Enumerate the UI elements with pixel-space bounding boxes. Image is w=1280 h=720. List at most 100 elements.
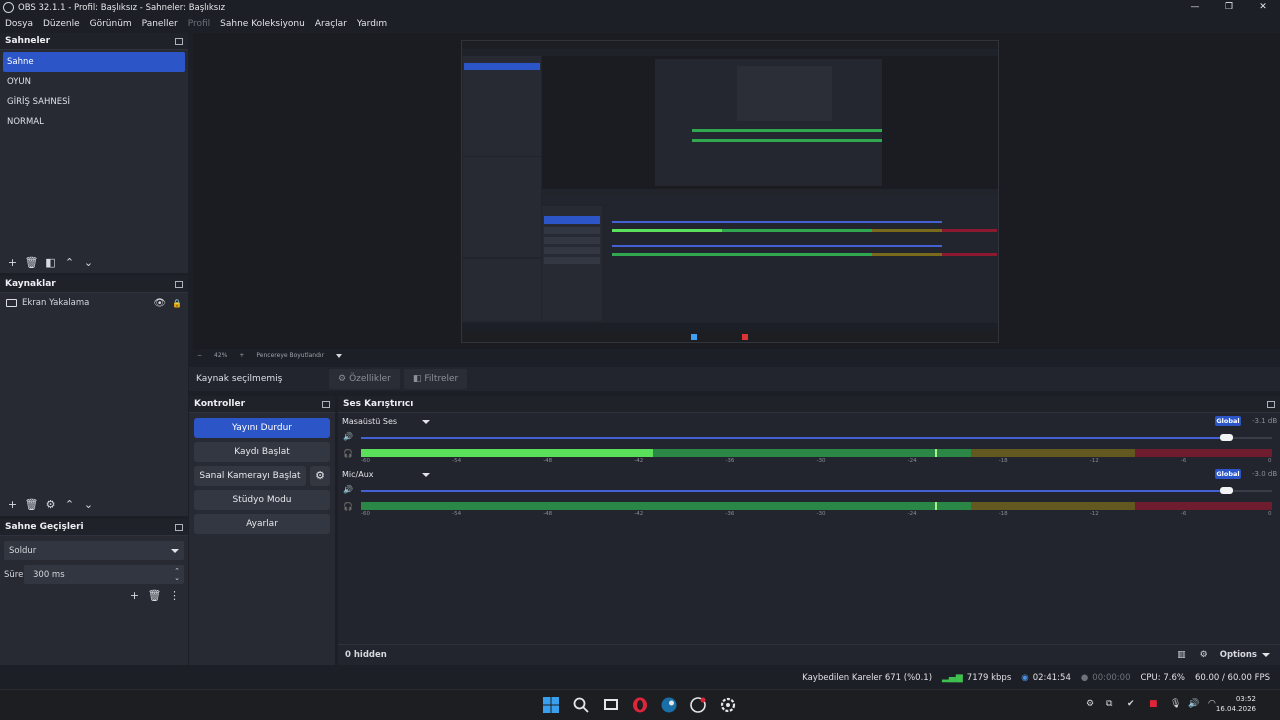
menu-scene-collection[interactable]: Sahne Koleksiyonu xyxy=(220,19,305,29)
chevron-down-icon xyxy=(171,548,179,553)
chevron-down-icon[interactable] xyxy=(422,473,430,477)
studio-mode-button[interactable]: Stüdyo Modu xyxy=(194,490,330,510)
bitrate-indicator: ▂▄▆ 7179 kbps xyxy=(942,673,1011,683)
menu-tools[interactable]: Araçlar xyxy=(315,19,347,29)
window-title: OBS 32.1.1 - Profil: Başlıksız - Sahnele… xyxy=(18,2,226,13)
db-value: -3.0 dB xyxy=(1252,470,1278,478)
menu-view[interactable]: Görünüm xyxy=(90,19,132,29)
meter-tick-label: -42 xyxy=(634,511,644,517)
menu-edit[interactable]: Düzenle xyxy=(43,19,80,29)
source-item[interactable]: Ekran Yakalama 👁 🔒 xyxy=(0,293,188,313)
speaker-mute-icon[interactable]: 🔊 xyxy=(343,485,353,494)
more-options-icon[interactable]: ⋮ xyxy=(167,589,182,603)
advanced-audio-icon[interactable]: ⚙ xyxy=(1200,650,1208,660)
meter-tick-label: 0 xyxy=(1268,511,1272,517)
undock-icon[interactable] xyxy=(175,280,183,288)
windows-start-icon[interactable] xyxy=(543,697,559,713)
undock-icon[interactable] xyxy=(175,523,183,531)
opera-icon[interactable] xyxy=(632,697,648,713)
remove-scene-icon[interactable]: 🗑 xyxy=(24,256,39,270)
settings-button[interactable]: Ayarlar xyxy=(194,514,330,534)
obs-icon[interactable] xyxy=(690,697,706,713)
minimize-button[interactable]: — xyxy=(1178,0,1212,15)
volume-slider-track[interactable] xyxy=(361,437,1227,439)
system-clock[interactable]: 03:52 16.04.2026 xyxy=(1216,694,1256,714)
tray-steam-icon[interactable]: ✔ xyxy=(1127,699,1135,709)
tray-app-icon[interactable]: ⧉ xyxy=(1106,699,1112,709)
chevron-down-icon[interactable] xyxy=(336,353,343,358)
meter-tick-label: -18 xyxy=(998,511,1008,517)
source-properties-icon[interactable]: ⚙ xyxy=(43,498,58,512)
add-transition-icon[interactable]: + xyxy=(127,589,142,603)
speaker-icon[interactable]: 🔊 xyxy=(1188,699,1199,709)
microphone-icon[interactable]: 🎙 xyxy=(1170,699,1181,709)
meter-segment xyxy=(971,502,1136,510)
move-up-icon[interactable]: ⌃ xyxy=(62,498,77,512)
fit-to-window-button[interactable]: Pencereye Boyutlandır xyxy=(256,352,324,359)
duration-spinbox[interactable]: 300 ms ⌃ ⌄ xyxy=(24,565,184,584)
search-icon[interactable] xyxy=(573,697,589,713)
wifi-icon[interactable]: ◠ xyxy=(1208,699,1216,709)
properties-button[interactable]: ⚙ Özellikler xyxy=(329,369,400,389)
zoom-out-button[interactable]: − xyxy=(197,352,202,359)
filters-button[interactable]: ◧ Filtreler xyxy=(403,369,468,389)
add-scene-icon[interactable]: + xyxy=(5,256,20,270)
start-virtual-camera-button[interactable]: Sanal Kamerayı Başlat xyxy=(194,466,306,486)
close-button[interactable]: ✕ xyxy=(1246,0,1280,15)
scene-item[interactable]: NORMAL xyxy=(0,112,188,132)
meter-tick-label: -54 xyxy=(452,458,462,464)
scene-item[interactable]: GİRİŞ SAHNESİ xyxy=(0,92,188,112)
move-down-icon[interactable]: ⌄ xyxy=(81,498,96,512)
chevron-down-icon xyxy=(1262,653,1270,657)
move-up-icon[interactable]: ⌃ xyxy=(62,256,77,270)
volume-slider-track[interactable] xyxy=(361,490,1227,492)
volume-slider-handle[interactable] xyxy=(1220,487,1234,494)
filter-icon: ◧ xyxy=(412,374,422,384)
undock-icon[interactable] xyxy=(175,37,183,45)
move-down-icon[interactable]: ⌄ xyxy=(81,256,96,270)
channel-name[interactable]: Mic/Aux xyxy=(342,470,374,479)
vertical-layout-icon[interactable]: ▥ xyxy=(1177,650,1186,660)
scene-item[interactable]: OYUN xyxy=(0,72,188,92)
volume-slider-rest[interactable] xyxy=(1226,490,1272,492)
record-icon: ● xyxy=(1080,673,1089,683)
task-view-icon[interactable] xyxy=(603,697,619,713)
virtual-camera-settings-icon[interactable]: ⚙ xyxy=(310,466,330,486)
lock-icon[interactable]: 🔒 xyxy=(172,299,182,308)
volume-slider-rest[interactable] xyxy=(1226,437,1272,439)
menu-docks[interactable]: Paneller xyxy=(142,19,178,29)
transition-select[interactable]: Soldur xyxy=(4,541,184,560)
start-recording-button[interactable]: Kaydı Başlat xyxy=(194,442,330,462)
monitor-audio-icon[interactable]: 🎧 xyxy=(343,449,353,458)
scene-filters-icon[interactable]: ◧ xyxy=(43,256,58,270)
steam-icon[interactable] xyxy=(661,697,677,713)
stepper-arrows-icon[interactable]: ⌃ ⌄ xyxy=(174,567,180,582)
undock-icon[interactable] xyxy=(322,400,330,408)
remove-transition-icon[interactable]: 🗑 xyxy=(147,589,162,603)
obs-settings-icon[interactable] xyxy=(720,697,736,713)
menu-help[interactable]: Yardım xyxy=(357,19,387,29)
tray-red-app-icon[interactable]: ■ xyxy=(1149,699,1158,709)
mixer-channel: Mic/Aux Global -3.0 dB 🔊 🎧 -60 -54 -48 -42 -36 -30… xyxy=(338,469,1280,521)
speaker-mute-icon[interactable]: 🔊 xyxy=(343,432,353,441)
remove-source-icon[interactable]: 🗑 xyxy=(24,498,39,512)
eye-icon[interactable]: 👁 xyxy=(153,298,166,309)
volume-slider-handle[interactable] xyxy=(1220,434,1234,441)
scene-item[interactable]: Sahne xyxy=(3,52,185,72)
undock-icon[interactable] xyxy=(1267,400,1275,408)
obs-logo-icon xyxy=(3,2,14,13)
tray-gear-icon[interactable]: ⚙ xyxy=(1086,699,1094,709)
channel-name[interactable]: Masaüstü Ses xyxy=(342,417,397,426)
add-source-icon[interactable]: + xyxy=(5,498,20,512)
meter-tick-label: -36 xyxy=(725,511,735,517)
dropped-frames: Kaybedilen Kareler 671 (%0.1) xyxy=(802,673,933,683)
meter-tick-label: -24 xyxy=(907,511,917,517)
options-button[interactable]: Options xyxy=(1220,650,1270,660)
stop-stream-button[interactable]: Yayını Durdur xyxy=(194,418,330,438)
chevron-down-icon[interactable] xyxy=(422,420,430,424)
meter-tick-label: -48 xyxy=(543,511,553,517)
monitor-audio-icon[interactable]: 🎧 xyxy=(343,502,353,511)
zoom-in-button[interactable]: + xyxy=(239,352,244,359)
maximize-button[interactable]: ❐ xyxy=(1212,0,1246,15)
menu-file[interactable]: Dosya xyxy=(5,19,33,29)
